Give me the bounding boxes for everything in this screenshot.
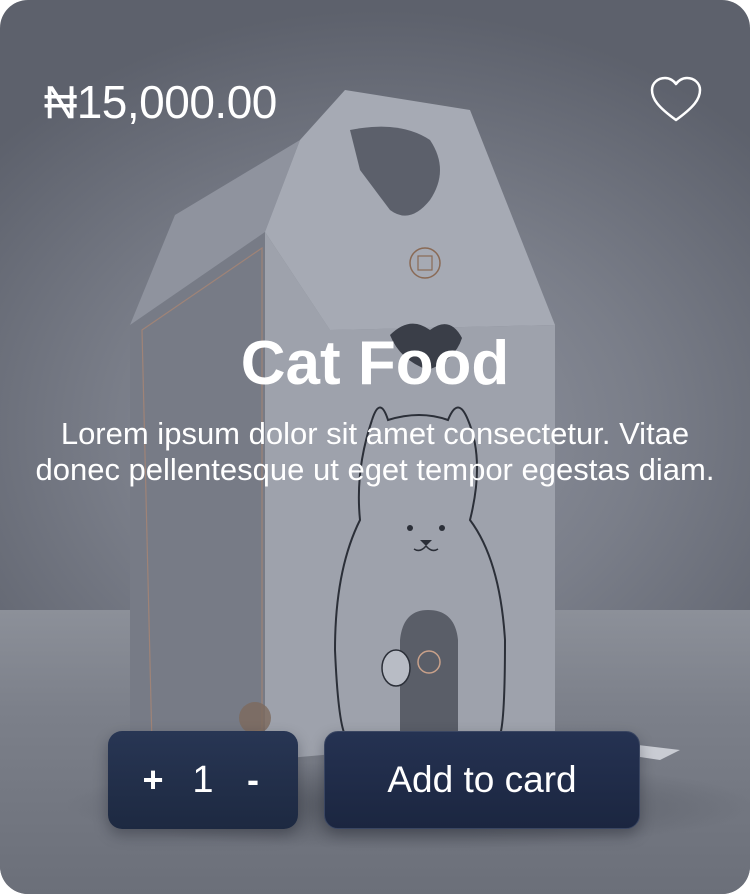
favorite-button[interactable] [648,74,704,126]
increment-button[interactable]: + [131,760,175,800]
decrement-button[interactable]: - [231,760,275,800]
quantity-value: 1 [192,758,214,801]
box-side-panel [130,232,265,780]
heart-outline-icon [650,76,702,122]
quantity-stepper: + 1 - [108,731,298,829]
product-title: Cat Food [240,329,510,398]
add-to-card-button[interactable]: Add to card [324,731,640,829]
product-price: ₦15,000.00 [44,76,277,128]
product-card: ₦15,000.00 Cat Food Lorem ipsum dolor si… [0,0,750,894]
product-description: Lorem ipsum dolor sit amet consectetur. … [35,416,715,487]
